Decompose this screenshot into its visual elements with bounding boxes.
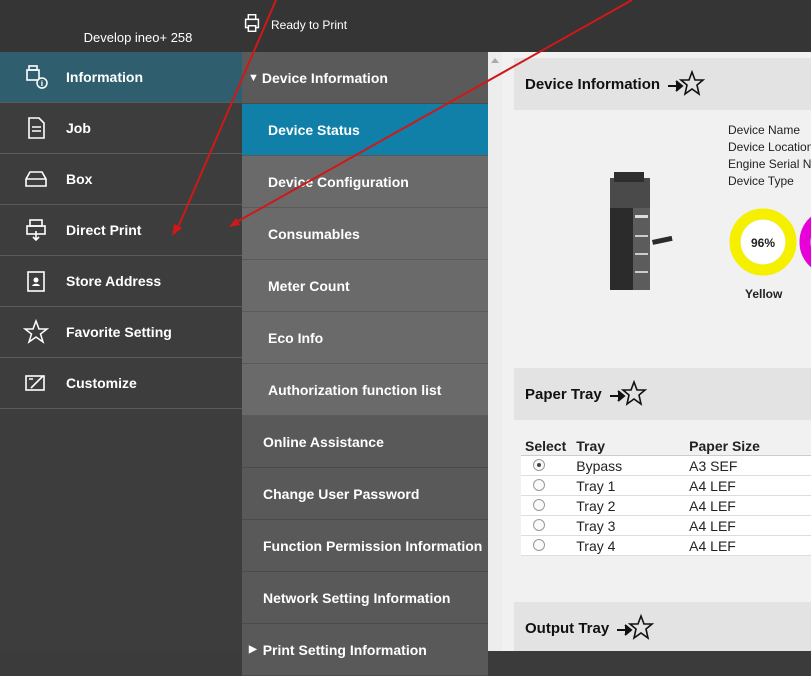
tray-name: Tray 4 <box>572 535 686 556</box>
tray-name: Tray 2 <box>572 495 686 516</box>
sub-navigation: ▼ Device Information Device Status Devic… <box>242 52 488 676</box>
sidebar-item-job[interactable]: Job <box>0 103 242 154</box>
job-icon <box>22 114 50 142</box>
table-row: Tray 1 A4 LEF <box>521 475 811 496</box>
table-row: Tray 4 A4 LEF <box>521 535 811 556</box>
toner-yellow-gauge: 96% <box>729 208 797 276</box>
toner-yellow-label: Yellow <box>745 287 783 301</box>
sidebar-item-customize[interactable]: Customize <box>0 358 242 409</box>
sidebar-label-information: Information <box>66 69 143 85</box>
field-engine-serial-number: Engine Serial Number <box>728 157 811 171</box>
add-to-favorites-icon[interactable] <box>666 69 706 99</box>
paper-size: A3 SEF <box>685 455 811 476</box>
tray-radio-tray-2[interactable] <box>533 498 545 511</box>
column-header-select: Select <box>521 436 573 456</box>
toner-magenta-gauge <box>799 216 811 268</box>
sidebar-item-favorite-setting[interactable]: Favorite Setting <box>0 307 242 358</box>
subnav-group-label: Device Information <box>261 69 388 86</box>
scroll-up-arrow-icon[interactable] <box>491 58 499 63</box>
paper-size: A4 LEF <box>685 495 811 516</box>
sidebar-label-customize: Customize <box>66 375 137 391</box>
information-icon: i <box>22 63 50 91</box>
paper-tray-header: Paper Tray <box>514 368 811 420</box>
output-tray-header: Output Tray <box>514 602 811 651</box>
sidebar-item-store-address[interactable]: Store Address <box>0 256 242 307</box>
tray-radio-bypass[interactable] <box>533 458 545 471</box>
subnav-group-print-setting-information[interactable]: ▶ Print Setting Information <box>242 624 488 676</box>
tray-radio-tray-3[interactable] <box>533 518 545 531</box>
sidebar-label-direct-print: Direct Print <box>66 222 142 238</box>
table-header-row: Select Tray Paper Size <box>521 436 811 456</box>
printer-status: Ready to Print <box>241 12 347 37</box>
svg-text:i: i <box>41 80 43 88</box>
tray-name: Tray 1 <box>572 475 686 496</box>
paper-size: A4 LEF <box>685 475 811 496</box>
field-device-location: Device Location <box>728 140 811 154</box>
customize-icon <box>22 369 50 397</box>
column-header-paper-size: Paper Size <box>685 436 811 456</box>
direct-print-icon <box>22 216 50 244</box>
subnav-item-change-user-password[interactable]: Change User Password <box>242 468 488 520</box>
paper-tray-title: Paper Tray <box>525 385 602 403</box>
device-model-label: Develop ineo+ 258 <box>83 30 193 45</box>
tray-name: Tray 3 <box>572 515 686 536</box>
subnav-item-consumables[interactable]: Consumables <box>242 208 488 260</box>
table-row: Bypass A3 SEF <box>521 455 811 476</box>
paper-size: A4 LEF <box>685 515 811 536</box>
table-row: Tray 3 A4 LEF <box>521 515 811 536</box>
status-text: Ready to Print <box>271 17 348 32</box>
field-device-name: Device Name <box>728 123 801 137</box>
add-to-favorites-icon[interactable] <box>615 613 655 643</box>
expand-down-icon: ▼ <box>248 71 259 84</box>
subnav-item-online-assistance[interactable]: Online Assistance <box>242 416 488 468</box>
box-icon <box>22 165 50 193</box>
vertical-scrollbar[interactable] <box>488 52 502 651</box>
sidebar-label-favorite-setting: Favorite Setting <box>66 324 172 340</box>
subnav-item-device-configuration[interactable]: Device Configuration <box>242 156 488 208</box>
sidebar: i Information Job Box Direct Print Store… <box>0 52 242 651</box>
sidebar-item-box[interactable]: Box <box>0 154 242 205</box>
paper-size: A4 LEF <box>685 535 811 556</box>
printer-ready-icon <box>241 12 263 37</box>
sidebar-label-box: Box <box>66 171 93 187</box>
star-icon <box>22 318 50 346</box>
subnav-group-device-information[interactable]: ▼ Device Information <box>242 52 488 104</box>
device-info-fields: Device Name Device Location Engine Seria… <box>728 122 811 190</box>
paper-tray-table: Select Tray Paper Size Bypass A3 SEF Tra… <box>521 436 811 556</box>
tray-name: Bypass <box>572 455 686 476</box>
output-tray-title: Output Tray <box>525 619 610 637</box>
tray-radio-tray-1[interactable] <box>533 478 545 491</box>
table-row: Tray 2 A4 LEF <box>521 495 811 516</box>
sidebar-item-information[interactable]: i Information <box>0 52 242 103</box>
tray-radio-tray-4[interactable] <box>533 538 545 551</box>
sidebar-item-direct-print[interactable]: Direct Print <box>0 205 242 256</box>
subnav-item-meter-count[interactable]: Meter Count <box>242 260 488 312</box>
subnav-collapsed-label: Print Setting Information <box>262 641 427 658</box>
expand-right-icon: ▶ <box>249 644 257 655</box>
field-device-type: Device Type <box>728 174 794 188</box>
top-bar: Develop ineo+ 258 Ready to Print <box>0 0 811 52</box>
sidebar-label-job: Job <box>66 120 91 136</box>
device-image <box>610 172 673 290</box>
subnav-item-eco-info[interactable]: Eco Info <box>242 312 488 364</box>
sidebar-label-store-address: Store Address <box>66 273 162 289</box>
device-information-title: Device Information <box>525 75 661 93</box>
subnav-item-device-status[interactable]: Device Status <box>242 104 488 156</box>
store-address-icon <box>22 267 50 295</box>
subnav-item-network-setting-information[interactable]: Network Setting Information <box>242 572 488 624</box>
add-to-favorites-icon[interactable] <box>608 379 648 409</box>
main-content: Device Information Device Name Device Lo… <box>502 52 811 651</box>
subnav-item-authorization-function-list[interactable]: Authorization function list <box>242 364 488 416</box>
toner-yellow-percent: 96% <box>751 236 775 250</box>
device-information-header: Device Information <box>514 58 811 110</box>
subnav-item-function-permission-information[interactable]: Function Permission Information <box>242 520 488 572</box>
column-header-tray: Tray <box>572 436 686 456</box>
